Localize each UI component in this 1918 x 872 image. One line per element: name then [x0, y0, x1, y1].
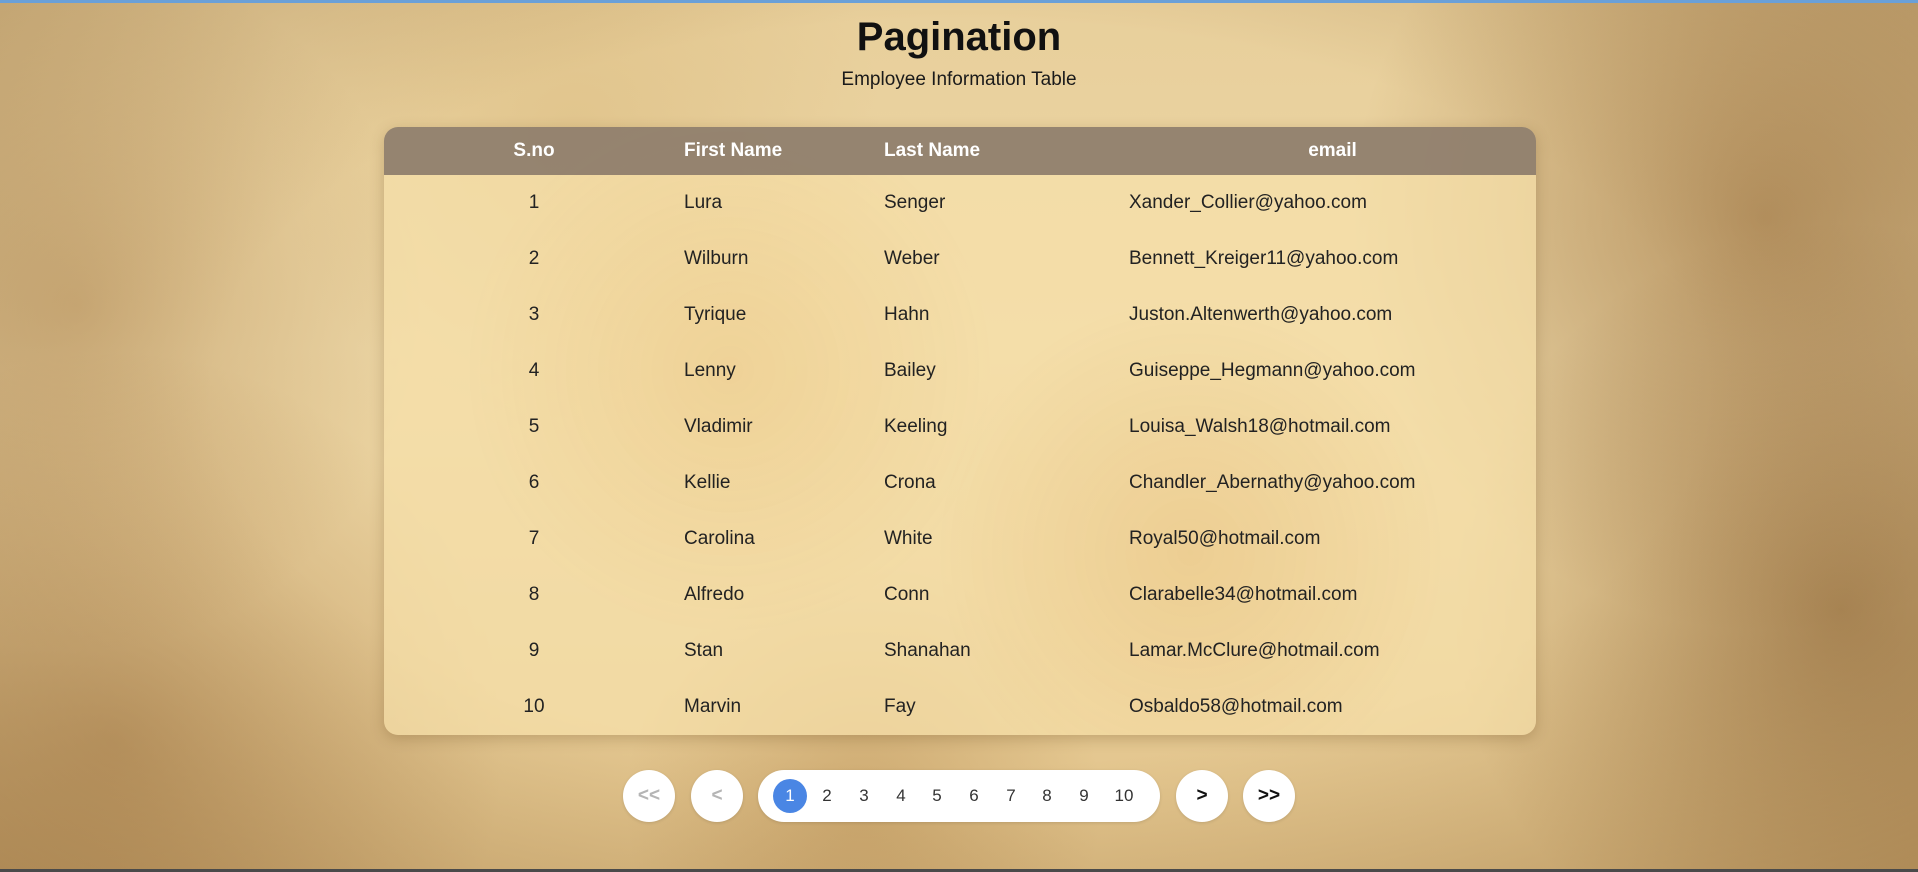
column-header-last-name: Last Name [884, 140, 981, 161]
first-page-button[interactable]: << [623, 770, 675, 822]
cell-first-name: Vladimir [684, 416, 753, 437]
page-button-5[interactable]: 5 [920, 779, 954, 813]
cell-sno: 7 [528, 528, 540, 549]
table-row: 2 Wilburn Weber Bennett_Kreiger11@yahoo.… [384, 231, 1536, 287]
table-row: 1 Lura Senger Xander_Collier@yahoo.com [384, 175, 1536, 231]
next-page-button[interactable]: > [1176, 770, 1228, 822]
cell-sno: 1 [528, 192, 540, 213]
table-row: 6 Kellie Crona Chandler_Abernathy@yahoo.… [384, 455, 1536, 511]
cell-last-name: Keeling [884, 416, 948, 437]
page-button-1[interactable]: 1 [773, 779, 807, 813]
cell-email: Louisa_Walsh18@hotmail.com [1129, 416, 1391, 437]
page-number-group: 1 2 3 4 5 6 7 8 9 10 [758, 770, 1160, 822]
table-row: 7 Carolina White Royal50@hotmail.com [384, 511, 1536, 567]
cell-sno: 2 [528, 248, 540, 269]
page-button-3[interactable]: 3 [847, 779, 881, 813]
cell-email: Chandler_Abernathy@yahoo.com [1129, 472, 1416, 493]
cell-email: Juston.Altenwerth@yahoo.com [1129, 304, 1393, 325]
cell-sno: 4 [528, 360, 540, 381]
pagination-bar: << < 1 2 3 4 5 6 7 8 9 10 > >> [0, 770, 1918, 822]
cell-last-name: White [884, 528, 933, 549]
page-button-4[interactable]: 4 [884, 779, 918, 813]
cell-sno: 10 [523, 696, 545, 717]
cell-sno: 8 [528, 584, 540, 605]
page-subtitle: Employee Information Table [841, 69, 1077, 90]
cell-first-name: Lura [684, 192, 723, 213]
page-button-10[interactable]: 10 [1107, 779, 1141, 813]
cell-email: Royal50@hotmail.com [1129, 528, 1321, 549]
cell-first-name: Wilburn [684, 248, 749, 269]
cell-last-name: Bailey [884, 360, 936, 381]
cell-email: Lamar.McClure@hotmail.com [1129, 640, 1380, 661]
table-body: 1 Lura Senger Xander_Collier@yahoo.com 2… [384, 175, 1536, 735]
column-header-email: email [1308, 140, 1357, 161]
employee-table: S.no First Name Last Name email 1 Lura S… [384, 127, 1536, 735]
cell-email: Osbaldo58@hotmail.com [1129, 696, 1343, 717]
cell-email: Clarabelle34@hotmail.com [1129, 584, 1358, 605]
cell-first-name: Stan [684, 640, 724, 661]
cell-sno: 9 [528, 640, 540, 661]
table-row: 4 Lenny Bailey Guiseppe_Hegmann@yahoo.co… [384, 343, 1536, 399]
cell-first-name: Carolina [684, 528, 755, 549]
cell-last-name: Fay [884, 696, 916, 717]
cell-email: Xander_Collier@yahoo.com [1129, 192, 1367, 213]
page-button-2[interactable]: 2 [810, 779, 844, 813]
employee-table-card: S.no First Name Last Name email 1 Lura S… [384, 127, 1536, 735]
cell-last-name: Shanahan [884, 640, 971, 661]
table-row: 10 Marvin Fay Osbaldo58@hotmail.com [384, 679, 1536, 735]
cell-sno: 5 [528, 416, 540, 437]
cell-first-name: Lenny [684, 360, 736, 381]
cell-last-name: Weber [884, 248, 940, 269]
cell-last-name: Hahn [884, 304, 930, 325]
cell-sno: 6 [528, 472, 540, 493]
cell-email: Bennett_Kreiger11@yahoo.com [1129, 248, 1399, 269]
page-title: Pagination [856, 15, 1062, 59]
cell-sno: 3 [528, 304, 540, 325]
cell-last-name: Senger [884, 192, 946, 213]
cell-first-name: Tyrique [684, 304, 747, 325]
table-row: 8 Alfredo Conn Clarabelle34@hotmail.com [384, 567, 1536, 623]
page-button-8[interactable]: 8 [1030, 779, 1064, 813]
cell-email: Guiseppe_Hegmann@yahoo.com [1129, 360, 1416, 381]
cell-first-name: Marvin [684, 696, 742, 717]
table-row: 9 Stan Shanahan Lamar.McClure@hotmail.co… [384, 623, 1536, 679]
cell-last-name: Crona [884, 472, 936, 493]
previous-page-button[interactable]: < [691, 770, 743, 822]
last-page-button[interactable]: >> [1243, 770, 1295, 822]
cell-last-name: Conn [884, 584, 930, 605]
table-header-row: S.no First Name Last Name email [384, 127, 1536, 175]
column-header-first-name: First Name [684, 140, 783, 161]
page-button-9[interactable]: 9 [1067, 779, 1101, 813]
page-button-6[interactable]: 6 [957, 779, 991, 813]
column-header-sno: S.no [513, 140, 555, 161]
table-row: 3 Tyrique Hahn Juston.Altenwerth@yahoo.c… [384, 287, 1536, 343]
page-button-7[interactable]: 7 [994, 779, 1028, 813]
cell-first-name: Alfredo [684, 584, 745, 605]
table-row: 5 Vladimir Keeling Louisa_Walsh18@hotmai… [384, 399, 1536, 455]
page-header: Pagination Employee Information Table [0, 0, 1918, 92]
cell-first-name: Kellie [684, 472, 731, 493]
